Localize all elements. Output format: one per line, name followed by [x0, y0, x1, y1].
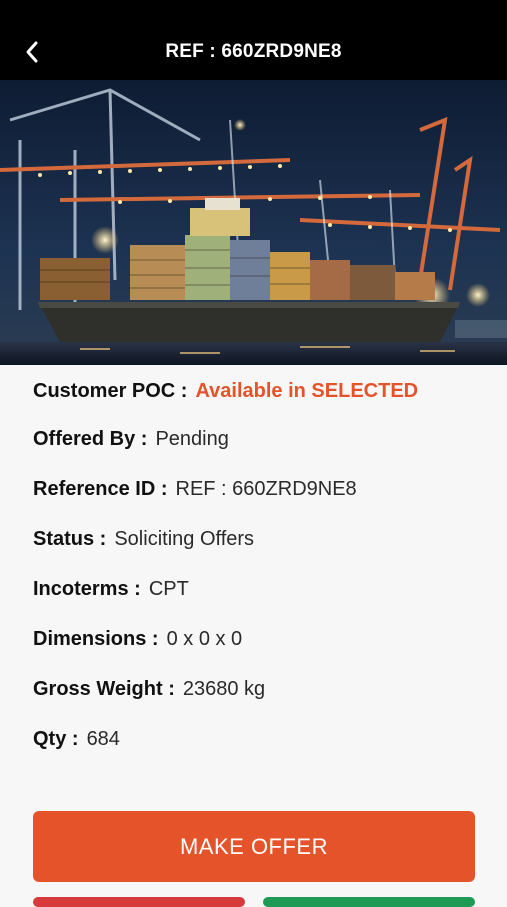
make-offer-button[interactable]: MAKE OFFER: [33, 811, 475, 882]
detail-offered-by: Offered By : Pending: [33, 428, 229, 451]
detail-label: Qty :: [33, 728, 79, 750]
app-header: REF : 660ZRD9NE8: [0, 0, 507, 80]
detail-label: Incoterms :: [33, 578, 141, 600]
detail-label: Reference ID :: [33, 478, 168, 500]
detail-value: Available in SELECTED: [195, 380, 419, 402]
detail-value: 23680 kg: [182, 678, 266, 700]
cargo-ship-image: [0, 80, 507, 365]
detail-incoterms: Incoterms : CPT: [33, 578, 189, 601]
page-title: REF : 660ZRD9NE8: [165, 41, 342, 62]
detail-dimensions: Dimensions : 0 x 0 x 0: [33, 628, 242, 651]
detail-label: Dimensions :: [33, 628, 159, 650]
detail-label: Customer POC :: [33, 380, 188, 402]
accept-button[interactable]: [263, 897, 475, 907]
decline-button[interactable]: [33, 897, 245, 907]
detail-label: Offered By :: [33, 428, 148, 450]
detail-reference-id: Reference ID : REF : 660ZRD9NE8: [33, 478, 357, 501]
detail-value: Soliciting Offers: [114, 528, 255, 550]
detail-value: REF : 660ZRD9NE8: [175, 478, 357, 500]
detail-label: Status :: [33, 528, 107, 550]
detail-value: 684: [86, 728, 120, 750]
detail-customer-poc: Customer POC : Available in SELECTED: [33, 380, 418, 403]
detail-label: Gross Weight :: [33, 678, 175, 700]
detail-status: Status : Soliciting Offers: [33, 528, 254, 551]
detail-value: Pending: [155, 428, 229, 450]
detail-gross-weight: Gross Weight : 23680 kg: [33, 678, 265, 701]
detail-value: 0 x 0 x 0: [166, 628, 243, 650]
detail-qty: Qty : 684: [33, 728, 120, 751]
detail-value: CPT: [148, 578, 189, 600]
hero-image: [0, 80, 507, 365]
